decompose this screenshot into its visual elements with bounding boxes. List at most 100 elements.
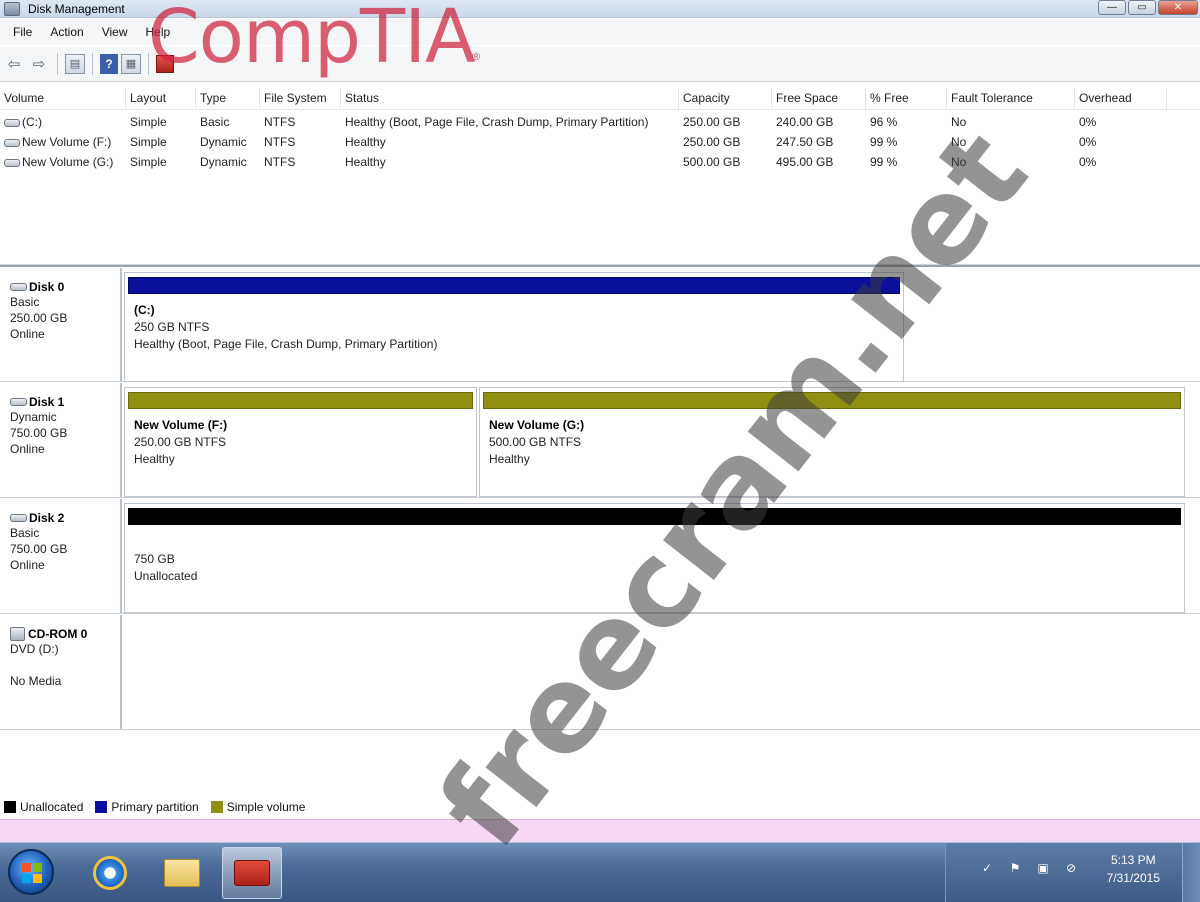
network-icon[interactable]: ▣ — [1036, 861, 1050, 875]
minimize-button[interactable]: — — [1098, 0, 1126, 15]
disk-icon — [10, 283, 27, 291]
menu-file[interactable]: File — [4, 22, 41, 42]
volume-fault-tolerance: No — [951, 135, 967, 149]
cd-rom-icon — [10, 627, 25, 641]
table-row[interactable]: New Volume (F:) Simple Dynamic NTFS Heal… — [0, 132, 1200, 152]
system-tray: ✓ ⚑ ▣ ⊘ 5:13 PM 7/31/2015 — [945, 843, 1200, 902]
pane-splitter[interactable] — [0, 264, 1200, 267]
legend-item-primary-partition: Primary partition — [95, 800, 199, 814]
volume-layout: Simple — [130, 135, 167, 149]
disk-size: 750.00 GB — [10, 426, 68, 440]
volume-file-system: NTFS — [264, 155, 296, 169]
disk-name: Disk 1 — [29, 395, 65, 409]
partition-status: Healthy (Boot, Page File, Crash Dump, Pr… — [134, 337, 438, 351]
partition-g[interactable]: New Volume (G:) 500.00 GB NTFS Healthy — [479, 387, 1185, 497]
legend: Unallocated Primary partition Simple vol… — [0, 796, 1200, 818]
partition-c[interactable]: (C:) 250 GB NTFS Healthy (Boot, Page Fil… — [124, 272, 904, 382]
menu-bar: File Action View Help — [0, 19, 1200, 45]
table-row[interactable]: (C:) Simple Basic NTFS Healthy (Boot, Pa… — [0, 112, 1200, 132]
maximize-button[interactable]: ▭ — [1128, 0, 1156, 15]
disk-size: 750.00 GB — [10, 542, 68, 556]
volume-layout: Simple — [130, 155, 167, 169]
disk-icon — [10, 398, 27, 406]
taskbar: ✓ ⚑ ▣ ⊘ 5:13 PM 7/31/2015 — [0, 842, 1200, 902]
table-row[interactable]: New Volume (G:) Simple Dynamic NTFS Heal… — [0, 152, 1200, 172]
disk-status: Online — [10, 327, 45, 341]
column-overhead[interactable]: Overhead — [1075, 88, 1167, 109]
disk-management-icon[interactable] — [156, 54, 174, 73]
column-layout[interactable]: Layout — [126, 88, 196, 109]
partition-name: New Volume (F:) — [134, 418, 228, 432]
unallocated-space[interactable]: 750 GB Unallocated — [124, 503, 1185, 613]
taskbar-internet-explorer[interactable] — [80, 847, 140, 899]
show-desktop-button[interactable] — [1182, 843, 1200, 902]
show-hide-tree-icon[interactable]: ▤ — [65, 53, 85, 74]
column-file-system[interactable]: File System — [260, 88, 341, 109]
partition-name: New Volume (G:) — [489, 418, 585, 432]
partition-size: 250 GB NTFS — [134, 320, 210, 334]
toolbar-separator — [148, 52, 149, 75]
disk-label[interactable]: Disk 0 Basic 250.00 GB Online — [0, 268, 122, 381]
volume-capacity: 500.00 GB — [683, 155, 741, 169]
volume-overhead: 0% — [1079, 155, 1097, 169]
column-status[interactable]: Status — [341, 88, 679, 109]
windows-logo-icon — [22, 863, 42, 883]
column-percent-free[interactable]: % Free — [866, 88, 947, 109]
taskbar-windows-explorer[interactable] — [152, 847, 212, 899]
volume-free-space: 495.00 GB — [776, 155, 834, 169]
drive-icon — [4, 118, 20, 127]
volume-status: Healthy — [345, 155, 386, 169]
simple-volume-bar — [128, 392, 473, 409]
partition-size: 750 GB — [134, 552, 175, 566]
forward-arrow-icon[interactable]: ⇨ — [28, 53, 50, 75]
volume-capacity: 250.00 GB — [683, 115, 741, 129]
windows-explorer-icon — [164, 859, 200, 887]
volume-layout: Simple — [130, 115, 167, 129]
column-volume[interactable]: Volume — [0, 88, 126, 109]
menu-view[interactable]: View — [93, 22, 137, 42]
title-bar: Disk Management — ▭ ✕ — [0, 0, 1200, 18]
menu-action[interactable]: Action — [41, 22, 92, 42]
disk-label[interactable]: CD-ROM 0 DVD (D:) No Media — [0, 615, 122, 729]
action-center-flag-icon[interactable]: ⚑ — [1008, 861, 1022, 875]
simple-volume-bar — [483, 392, 1181, 409]
disk-name: Disk 2 — [29, 511, 65, 525]
disk-label[interactable]: Disk 1 Dynamic 750.00 GB Online — [0, 383, 122, 497]
disk-label[interactable]: Disk 2 Basic 750.00 GB Online — [0, 499, 122, 613]
taskbar-computer-management[interactable] — [222, 847, 282, 899]
volume-percent-free: 99 % — [870, 135, 898, 149]
drive-icon — [4, 158, 20, 167]
volume-type: Dynamic — [200, 155, 247, 169]
network-check-icon[interactable]: ✓ — [980, 861, 994, 875]
volume-free-space: 247.50 GB — [776, 135, 834, 149]
volume-fault-tolerance: No — [951, 155, 967, 169]
clock-time: 5:13 PM — [1110, 853, 1156, 867]
properties-icon[interactable]: ▦ — [121, 53, 141, 74]
volume-muted-icon[interactable]: ⊘ — [1064, 861, 1078, 875]
disk-size: 250.00 GB — [10, 311, 68, 325]
toolbar-separator — [92, 52, 93, 75]
internet-explorer-icon — [93, 856, 127, 890]
back-arrow-icon[interactable]: ⇦ — [3, 53, 25, 75]
column-type[interactable]: Type — [196, 88, 260, 109]
disk-name: Disk 0 — [29, 280, 65, 294]
clock[interactable]: 5:13 PM 7/31/2015 — [1107, 851, 1160, 887]
column-capacity[interactable]: Capacity — [679, 88, 772, 109]
disk-management-app-icon — [4, 1, 20, 16]
volume-list-header: Volume Layout Type File System Status Ca… — [0, 88, 1200, 110]
start-button[interactable] — [8, 849, 54, 895]
column-free-space[interactable]: Free Space — [772, 88, 866, 109]
toolbar-separator — [57, 52, 58, 75]
status-bar — [0, 819, 1200, 842]
close-button[interactable]: ✕ — [1158, 0, 1198, 15]
partition-f[interactable]: New Volume (F:) 250.00 GB NTFS Healthy — [124, 387, 477, 497]
column-fault-tolerance[interactable]: Fault Tolerance — [947, 88, 1075, 109]
legend-swatch — [210, 801, 223, 813]
cd-drive-letter: DVD (D:) — [10, 642, 59, 656]
help-icon[interactable]: ? — [100, 53, 118, 74]
disk-name: CD-ROM 0 — [28, 627, 88, 641]
cd-media-status: No Media — [10, 674, 62, 688]
partition-size: 500.00 GB NTFS — [489, 435, 582, 449]
volume-name: (C:) — [22, 115, 42, 129]
menu-help[interactable]: Help — [137, 22, 180, 42]
